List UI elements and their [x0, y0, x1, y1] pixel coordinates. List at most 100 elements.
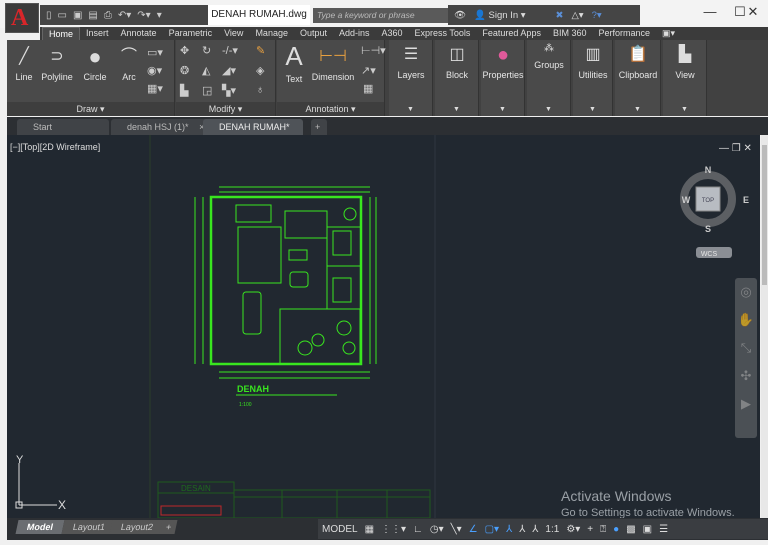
offset-icon[interactable]: ♁: [256, 84, 264, 96]
orbit-icon[interactable]: ✣: [741, 368, 752, 383]
panel-toggle-icon[interactable]: ▣▾: [656, 27, 681, 40]
utilities-panel[interactable]: ▥ Utilities ▼: [573, 40, 613, 116]
layout-tab-layout2[interactable]: Layout2: [109, 520, 165, 534]
vertical-scrollbar[interactable]: [761, 135, 768, 518]
clipboard-expand-icon[interactable]: ▼: [615, 106, 660, 113]
help-icon[interactable]: ?▾: [592, 10, 602, 21]
compass-north[interactable]: N: [705, 165, 712, 175]
properties-panel[interactable]: ● Properties ▼: [481, 40, 525, 116]
new-icon[interactable]: ▯: [46, 10, 52, 21]
grid-icon[interactable]: ▦: [365, 524, 374, 535]
stretch-icon[interactable]: ▙: [180, 84, 188, 97]
trim-icon[interactable]: -/-▾: [222, 44, 238, 57]
annotation-scale-icon[interactable]: ⅄: [532, 524, 538, 535]
binoculars-icon[interactable]: 👁: [454, 10, 466, 21]
object-snap-tracking-icon[interactable]: ∠: [469, 524, 478, 535]
layers-expand-icon[interactable]: ▼: [389, 106, 432, 113]
isodraft-icon[interactable]: ╲▾: [451, 524, 462, 535]
move-icon[interactable]: ✥: [180, 44, 189, 57]
leader-icon[interactable]: ↗▾: [361, 64, 376, 77]
text-tool[interactable]: A Text: [281, 42, 307, 84]
undo-icon[interactable]: ↶▾: [118, 10, 131, 21]
circle-tool[interactable]: ● Circle: [79, 46, 111, 83]
arc-tool[interactable]: ⌒ Arc: [115, 46, 143, 82]
print-icon[interactable]: ⎙: [104, 10, 112, 21]
open-icon[interactable]: ▭: [58, 10, 67, 21]
viewport-window-controls[interactable]: — ❐ ✕: [719, 143, 752, 154]
block-expand-icon[interactable]: ▼: [435, 106, 478, 113]
a360-icon[interactable]: △▾: [572, 10, 584, 21]
close-button[interactable]: ✕: [738, 4, 768, 22]
utilities-expand-icon[interactable]: ▼: [573, 106, 612, 113]
drawing-canvas[interactable]: DENAH 1:100 DESAIN Y X TOP N S W E WCS —…: [7, 135, 760, 518]
hardware-acceleration-icon[interactable]: ▩: [626, 524, 635, 535]
tab-manage[interactable]: Manage: [249, 27, 294, 40]
annotation-monitor-icon[interactable]: +: [587, 524, 593, 535]
selected-text-box[interactable]: [160, 505, 222, 516]
explode-icon[interactable]: ◈: [256, 64, 264, 77]
polar-icon[interactable]: ◷▾: [430, 524, 444, 535]
tab-bim-360[interactable]: BIM 360: [547, 27, 593, 40]
array-icon[interactable]: ▚▾: [222, 84, 236, 97]
tab-express-tools[interactable]: Express Tools: [409, 27, 477, 40]
steering-wheel-icon[interactable]: ◎: [740, 284, 751, 299]
polyline-tool[interactable]: ⊃ Polyline: [39, 46, 75, 82]
pan-icon[interactable]: ✋: [738, 312, 754, 327]
units-icon[interactable]: ⍰: [600, 524, 606, 535]
ortho-icon[interactable]: ∟: [413, 524, 423, 535]
annotation-visibility-icon[interactable]: ⅄: [506, 524, 512, 535]
showmotion-icon[interactable]: ▶: [741, 396, 751, 411]
compass-east[interactable]: E: [743, 195, 749, 205]
application-menu-button[interactable]: A: [5, 3, 39, 33]
doc-tab-start[interactable]: Start: [17, 119, 109, 135]
doc-tab-denah-rumah[interactable]: DENAH RUMAH* ×: [203, 119, 303, 148]
view-expand-icon[interactable]: ▼: [663, 106, 706, 113]
save-as-icon[interactable]: ▤: [88, 10, 97, 21]
scale-icon[interactable]: ◲: [202, 84, 212, 97]
hatch-icon[interactable]: ◉▾: [147, 64, 162, 77]
linear-dimension-icon[interactable]: ⊢⊣▾: [361, 44, 386, 57]
new-tab-button[interactable]: +: [311, 119, 327, 135]
tab-parametric[interactable]: Parametric: [163, 27, 219, 40]
dimension-tool[interactable]: ⊢⊣ Dimension: [309, 46, 357, 82]
workspace-gear-icon[interactable]: ⚙▾: [566, 524, 580, 535]
save-icon[interactable]: ▣: [73, 10, 82, 21]
scrollbar-thumb[interactable]: [762, 145, 767, 285]
groups-expand-icon[interactable]: ▼: [527, 106, 570, 113]
tab-a360[interactable]: A360: [376, 27, 409, 40]
view-panel[interactable]: ▙ View ▼: [663, 40, 707, 116]
tab-home[interactable]: Home: [42, 27, 81, 40]
tab-insert[interactable]: Insert: [80, 27, 115, 40]
erase-icon[interactable]: ✎: [256, 44, 265, 57]
tab-view[interactable]: View: [218, 27, 249, 40]
tab-annotate[interactable]: Annotate: [115, 27, 163, 40]
layers-panel[interactable]: ☰ Layers ▼: [389, 40, 433, 116]
object-snap-icon[interactable]: ▢▾: [485, 524, 499, 535]
layout-tab-model[interactable]: Model: [15, 520, 65, 534]
tab-performance[interactable]: Performance: [592, 27, 656, 40]
clipboard-panel[interactable]: 📋 Clipboard ▼: [615, 40, 661, 116]
block-panel[interactable]: ◫ Block ▼: [435, 40, 479, 116]
rectangle-icon[interactable]: ▭▾: [147, 46, 163, 59]
modify-panel-label[interactable]: Modify ▾: [176, 102, 275, 116]
auto-scale-icon[interactable]: ⅄: [519, 524, 525, 535]
search-input[interactable]: Type a keyword or phrase: [313, 8, 448, 23]
model-space-button[interactable]: MODEL: [322, 524, 358, 535]
isolate-objects-icon[interactable]: ●: [613, 524, 619, 535]
navigation-bar[interactable]: ◎ ✋ ⤡ ✣ ▶: [735, 278, 757, 438]
minimize-button[interactable]: —: [695, 4, 725, 22]
boundary-icon[interactable]: ▦▾: [147, 82, 163, 95]
annotation-panel-label[interactable]: Annotation ▾: [277, 102, 384, 116]
viewport-controls[interactable]: [−][Top][2D Wireframe]: [10, 142, 100, 152]
mirror-icon[interactable]: ◭: [202, 64, 210, 77]
viewcube[interactable]: TOP N S W E WCS: [680, 165, 749, 258]
table-icon[interactable]: ▦: [363, 82, 373, 95]
snap-icon[interactable]: ⋮⋮▾: [381, 524, 406, 535]
groups-panel[interactable]: ⁂ Groups ▼: [527, 40, 571, 116]
draw-panel-label[interactable]: Draw ▾: [7, 102, 174, 116]
annotation-scale-select[interactable]: 1:1: [545, 524, 559, 535]
clean-screen-icon[interactable]: ▣: [643, 524, 652, 535]
copy-icon[interactable]: ❂: [180, 64, 189, 77]
sign-in-button[interactable]: 👤 Sign In ▾: [474, 10, 525, 21]
add-layout-button[interactable]: +: [159, 520, 178, 534]
